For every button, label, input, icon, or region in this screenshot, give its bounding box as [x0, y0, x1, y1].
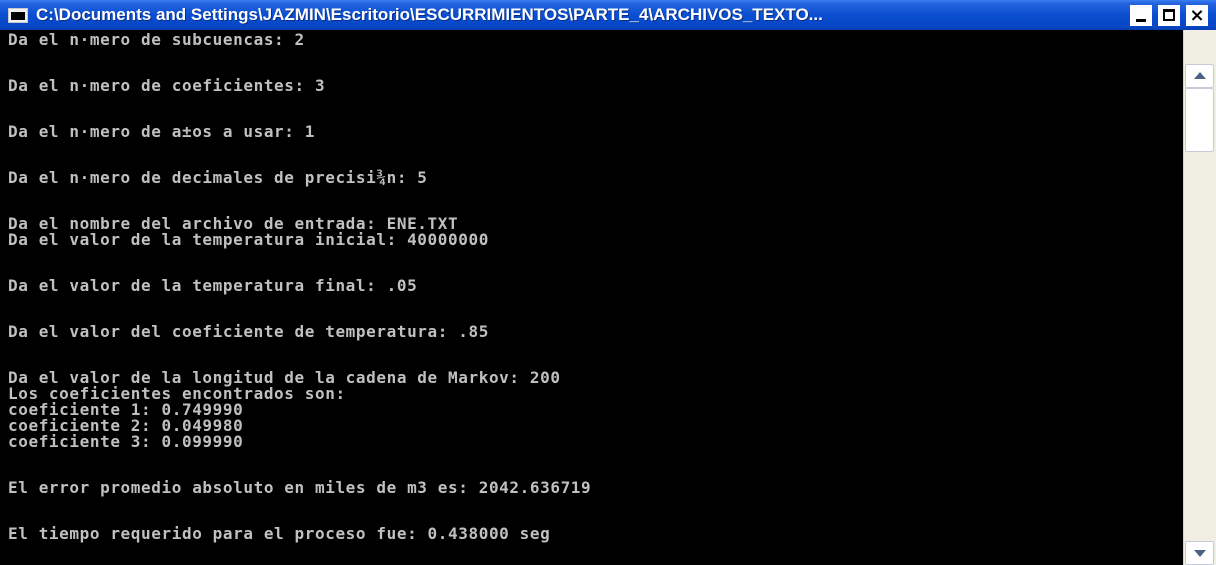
scroll-up-arrow-icon[interactable]	[1185, 64, 1214, 88]
title-bar[interactable]: C:\Documents and Settings\JAZMIN\Escrito…	[0, 0, 1216, 30]
console-line: Da el n·mero de decimales de precisi¾n: …	[8, 168, 428, 187]
console-line: Da el valor de la temperatura inicial: 4…	[8, 230, 489, 249]
console-line: coeficiente 3: 0.099990	[8, 432, 244, 451]
close-icon: ×	[1189, 5, 1205, 26]
console-line: Da el n·mero de a±os a usar: 1	[8, 122, 315, 141]
minimize-button[interactable]	[1130, 5, 1152, 26]
console-line: Da el n·mero de coeficientes: 3	[8, 76, 326, 95]
console-window: C:\Documents and Settings\JAZMIN\Escrito…	[0, 0, 1216, 565]
console-line: Da el valor del coeficiente de temperatu…	[8, 322, 489, 341]
scroll-down-arrow-icon[interactable]	[1185, 541, 1214, 565]
console-output[interactable]: Da el n·mero de subcuencas: 2 Da el n·me…	[2, 30, 1182, 565]
console-line: Da el n·mero de subcuencas: 2	[8, 30, 305, 49]
console-line: El tiempo requerido para el proceso fue:…	[8, 524, 551, 543]
window-title: C:\Documents and Settings\JAZMIN\Escrito…	[36, 5, 823, 24]
console-line: El error promedio absoluto en miles de m…	[8, 478, 592, 497]
scrollbar-thumb[interactable]	[1185, 88, 1214, 152]
maximize-button[interactable]	[1158, 5, 1180, 26]
close-button[interactable]: ×	[1186, 5, 1208, 26]
console-window-icon[interactable]	[8, 8, 28, 23]
console-line: Da el valor de la temperatura final: .05	[8, 276, 418, 295]
